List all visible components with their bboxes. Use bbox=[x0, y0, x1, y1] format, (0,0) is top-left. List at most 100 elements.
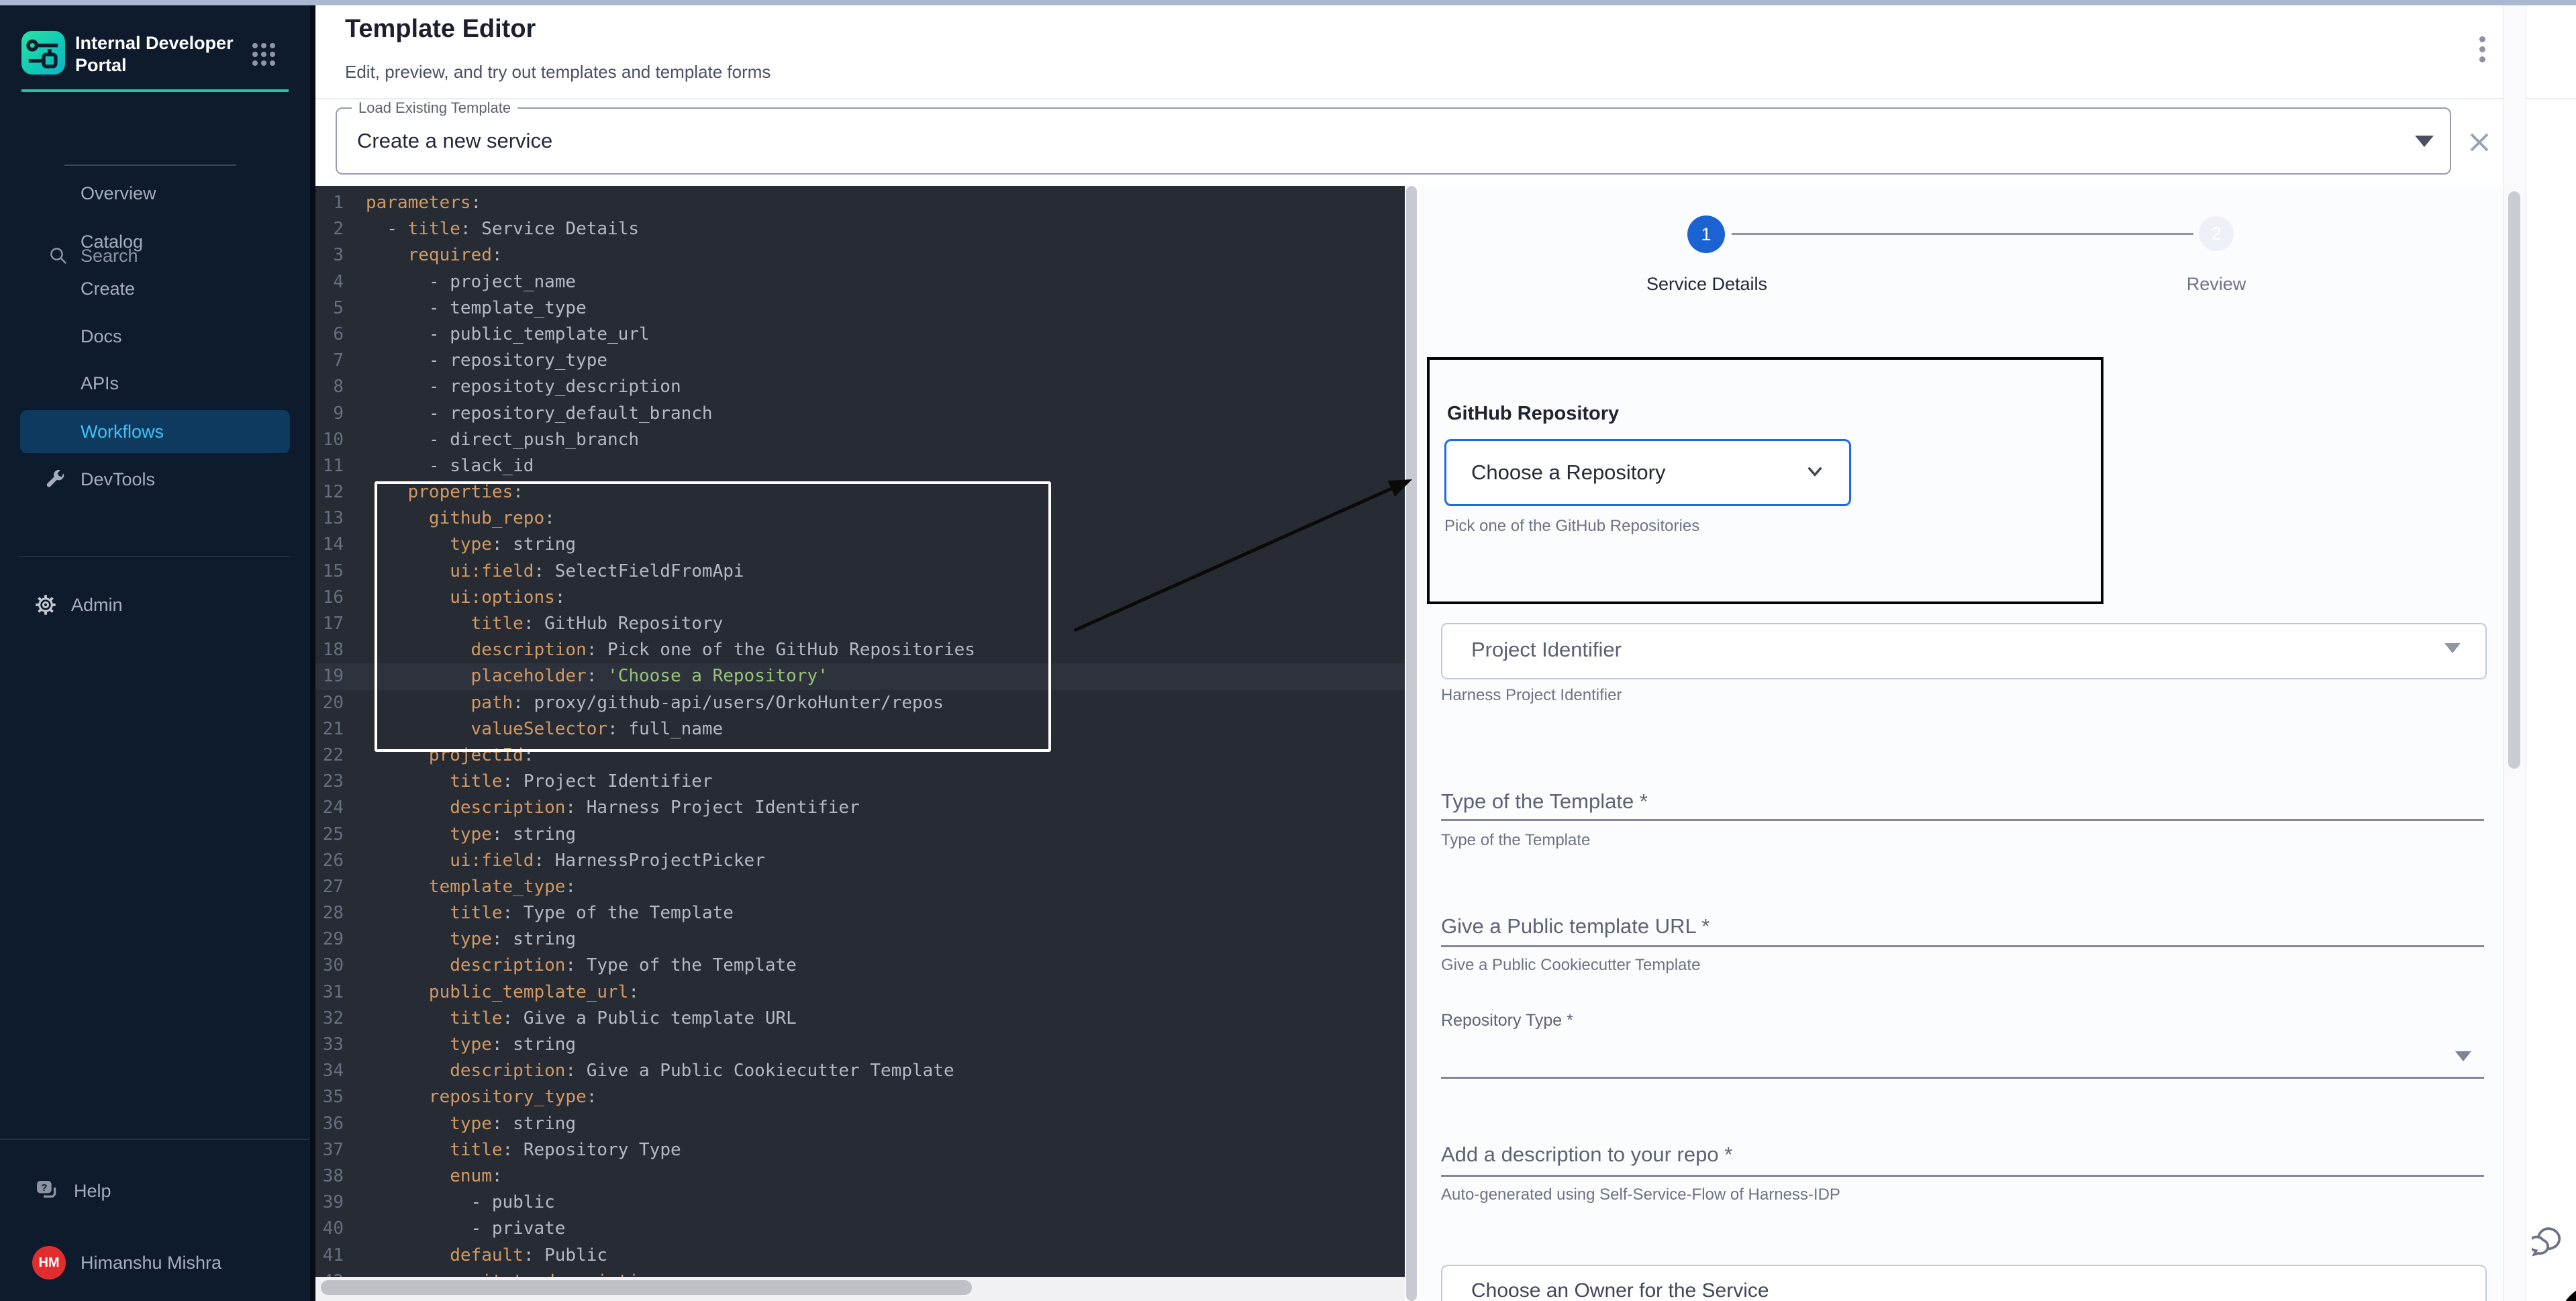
code-text: title: Project Identifier bbox=[366, 771, 713, 791]
line-number: 27 bbox=[315, 874, 344, 900]
code-text: template_type: bbox=[366, 877, 576, 897]
code-line[interactable]: 41 default: Public bbox=[315, 1243, 1405, 1269]
code-line[interactable]: 3 required: bbox=[315, 242, 1405, 269]
code-line[interactable]: 10 - direct_push_branch bbox=[315, 427, 1405, 453]
code-line[interactable]: 30 description: Type of the Template bbox=[315, 953, 1405, 979]
grid-dot bbox=[252, 52, 258, 57]
code-line[interactable]: 4 - project_name bbox=[315, 269, 1405, 295]
template-type-field-underline[interactable] bbox=[1441, 819, 2484, 821]
sidebar-item-create[interactable]: Create bbox=[20, 267, 290, 310]
line-number: 16 bbox=[315, 585, 344, 611]
editor-horizontal-scrollbar-thumb[interactable] bbox=[321, 1280, 972, 1295]
code-line[interactable]: 32 title: Give a Public template URL bbox=[315, 1006, 1405, 1032]
code-line[interactable]: 40 - private bbox=[315, 1216, 1405, 1242]
code-line[interactable]: 33 type: string bbox=[315, 1032, 1405, 1058]
grid-dot bbox=[252, 43, 258, 48]
grid-dot bbox=[261, 43, 266, 48]
stepper-step-1[interactable]: 1 bbox=[1687, 215, 1725, 253]
brand-accent-rule bbox=[21, 89, 289, 92]
sidebar-item-apis[interactable]: APIs bbox=[20, 362, 290, 405]
top-window-strip bbox=[0, 0, 2576, 5]
wrench-icon bbox=[43, 467, 67, 491]
code-text: type: string bbox=[366, 824, 576, 845]
code-line[interactable]: 31 public_template_url: bbox=[315, 979, 1405, 1006]
code-line[interactable]: 2 - title: Service Details bbox=[315, 216, 1405, 242]
code-text: default: Public bbox=[366, 1245, 607, 1265]
sidebar-edge bbox=[310, 5, 315, 1301]
sidebar-item-workflows[interactable]: Workflows bbox=[20, 410, 290, 453]
chat-widget-corner[interactable] bbox=[2559, 1284, 2576, 1301]
sidebar-search[interactable]: Search bbox=[0, 124, 310, 153]
public-template-url-helper: Give a Public Cookiecutter Template bbox=[1441, 956, 1700, 975]
grid-dot bbox=[270, 52, 275, 57]
editor-horizontal-scrollbar[interactable] bbox=[315, 1277, 1405, 1301]
sidebar-item-help[interactable]: ? Help bbox=[20, 1172, 290, 1210]
line-number: 3 bbox=[315, 242, 344, 269]
code-line[interactable]: 26 ui:field: HarnessProjectPicker bbox=[315, 848, 1405, 874]
line-number: 33 bbox=[315, 1032, 344, 1058]
code-line[interactable]: 8 - repositoty_description bbox=[315, 374, 1405, 400]
code-line[interactable]: 36 type: string bbox=[315, 1111, 1405, 1137]
repository-type-field-label: Repository Type * bbox=[1441, 1011, 1573, 1030]
load-template-select[interactable] bbox=[336, 107, 2451, 175]
editor-vertical-scrollbar[interactable] bbox=[1406, 186, 1417, 1301]
code-line[interactable]: 35 repository_type: bbox=[315, 1084, 1405, 1110]
dropdown-caret-icon[interactable] bbox=[2415, 136, 2434, 147]
code-line[interactable]: 27 template_type: bbox=[315, 874, 1405, 900]
line-number: 26 bbox=[315, 848, 344, 874]
repository-type-field-underline[interactable] bbox=[1441, 1077, 2484, 1079]
code-line[interactable]: 24 description: Harness Project Identifi… bbox=[315, 795, 1405, 821]
app-logo[interactable] bbox=[21, 31, 65, 75]
code-line[interactable]: 23 title: Project Identifier bbox=[315, 769, 1405, 795]
page-scrollbar-thumb[interactable] bbox=[2508, 191, 2520, 769]
stepper-step-2[interactable]: 2 bbox=[2199, 216, 2234, 251]
logo-glyph-icon bbox=[21, 31, 65, 75]
sidebar-user[interactable]: HM Himanshu Mishra bbox=[20, 1241, 302, 1285]
repo-description-field-underline[interactable] bbox=[1441, 1175, 2484, 1177]
github-repository-helper: Pick one of the GitHub Repositories bbox=[1444, 517, 1699, 536]
app-grid-icon[interactable] bbox=[252, 43, 275, 66]
code-line[interactable]: 5 - template_type bbox=[315, 295, 1405, 322]
code-text: description: Harness Project Identifier bbox=[366, 798, 860, 818]
code-line[interactable]: 38 enum: bbox=[315, 1163, 1405, 1190]
line-number: 15 bbox=[315, 559, 344, 585]
code-text: - repository_type bbox=[366, 350, 607, 371]
yaml-code-editor[interactable]: 1parameters:2 - title: Service Details3 … bbox=[315, 186, 1405, 1301]
code-line[interactable]: 1parameters: bbox=[315, 190, 1405, 216]
dropdown-caret-icon[interactable] bbox=[2455, 1051, 2471, 1061]
close-icon[interactable] bbox=[2467, 130, 2491, 154]
code-line[interactable]: 25 type: string bbox=[315, 822, 1405, 848]
page-subtitle: Edit, preview, and try out templates and… bbox=[345, 62, 771, 83]
line-number: 34 bbox=[315, 1058, 344, 1084]
code-line[interactable]: 6 - public_template_url bbox=[315, 322, 1405, 348]
code-text: enum: bbox=[366, 1166, 503, 1186]
brand-title: Internal Developer Portal bbox=[75, 32, 243, 77]
public-template-url-field-underline[interactable] bbox=[1441, 945, 2484, 947]
svg-text:?: ? bbox=[41, 1182, 47, 1194]
sidebar-item-catalog[interactable]: Catalog bbox=[20, 220, 290, 263]
grid-dot bbox=[252, 60, 258, 66]
sidebar-item-docs[interactable]: Docs bbox=[20, 315, 290, 358]
line-number: 20 bbox=[315, 690, 344, 716]
sidebar-item-admin[interactable]: Admin bbox=[20, 584, 290, 626]
more-options-button[interactable] bbox=[2477, 36, 2487, 68]
line-number: 11 bbox=[315, 453, 344, 479]
code-line[interactable]: 28 title: Type of the Template bbox=[315, 900, 1405, 926]
chat-support-icon[interactable] bbox=[2532, 1220, 2572, 1262]
code-line[interactable]: 39 - public bbox=[315, 1190, 1405, 1216]
line-number: 12 bbox=[315, 479, 344, 505]
code-text: - template_type bbox=[366, 298, 587, 318]
code-line[interactable]: 29 type: string bbox=[315, 926, 1405, 953]
sidebar-item-devtools[interactable]: DevTools bbox=[20, 458, 290, 501]
code-line[interactable]: 7 - repository_type bbox=[315, 348, 1405, 374]
code-line[interactable]: 9 - repository_default_branch bbox=[315, 401, 1405, 427]
line-number: 32 bbox=[315, 1006, 344, 1032]
code-line[interactable]: 37 title: Repository Type bbox=[315, 1137, 1405, 1163]
line-number: 21 bbox=[315, 716, 344, 742]
grid-dot bbox=[261, 52, 266, 57]
line-number: 39 bbox=[315, 1190, 344, 1216]
code-line[interactable]: 11 - slack_id bbox=[315, 453, 1405, 479]
sidebar-item-overview[interactable]: Overview bbox=[20, 172, 290, 215]
code-line[interactable]: 34 description: Give a Public Cookiecutt… bbox=[315, 1058, 1405, 1084]
sidebar-item-label: Admin bbox=[71, 595, 123, 616]
